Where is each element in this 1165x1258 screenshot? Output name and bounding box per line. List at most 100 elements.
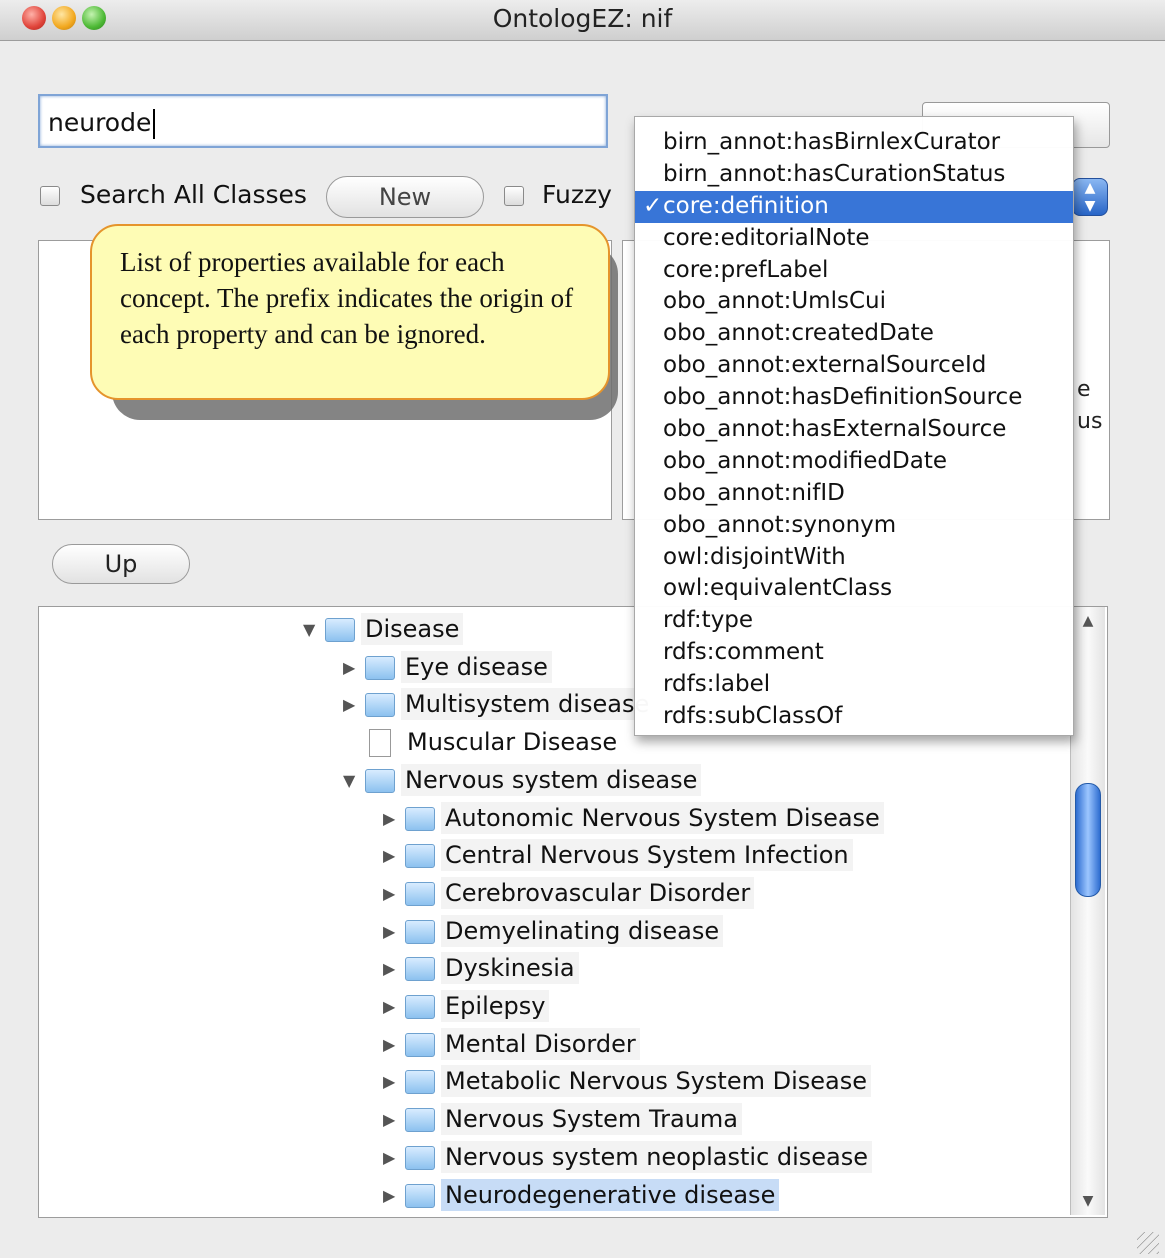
menu-item[interactable]: owl:equivalentClass — [635, 573, 1073, 605]
tree-item-label: Metabolic Nervous System Disease — [441, 1065, 872, 1098]
tree-row[interactable]: ▶ Epilepsy — [383, 988, 550, 1025]
annotation-callout: List of properties available for each co… — [90, 224, 610, 400]
tree-row[interactable]: ▶ Nervous System Trauma — [383, 1101, 742, 1137]
tree-item-label: Muscular Disease — [407, 728, 618, 757]
tree-row[interactable]: ▶ Nervous system neoplastic disease — [383, 1139, 873, 1176]
new-button[interactable]: New — [326, 176, 484, 218]
disclosure-collapsed-icon[interactable]: ▶ — [383, 1027, 405, 1063]
tree-row[interactable]: ▼ Nervous system disease — [343, 762, 702, 799]
scroll-thumb[interactable] — [1075, 783, 1101, 897]
menu-item-label: obo_annot:createdDate — [663, 320, 934, 347]
checkmark-icon: ✓ — [643, 192, 663, 219]
menu-item[interactable]: obo_annot:hasExternalSource — [635, 414, 1073, 446]
tree-scrollbar[interactable]: ▲ ▼ — [1070, 607, 1105, 1215]
tree-item-label: Autonomic Nervous System Disease — [441, 801, 884, 834]
disclosure-collapsed-icon[interactable]: ▶ — [383, 838, 405, 874]
folder-icon — [405, 995, 435, 1019]
tree-row[interactable]: Muscular Disease — [343, 724, 621, 760]
folder-icon — [365, 693, 395, 718]
folder-icon — [405, 919, 435, 944]
tree-item-label: Epilepsy — [441, 990, 550, 1022]
menu-item[interactable]: obo_annot:nifID — [635, 478, 1073, 510]
tree-item-label: Dyskinesia — [441, 952, 579, 985]
menu-item-label: core:prefLabel — [663, 256, 829, 283]
disclosure-collapsed-icon[interactable]: ▶ — [383, 1178, 405, 1214]
menu-item[interactable]: rdfs:subClassOf — [635, 701, 1073, 733]
tree-row[interactable]: ▶ Mental Disorder — [383, 1026, 640, 1062]
folder-icon — [365, 768, 395, 793]
search-input[interactable]: neurode — [38, 94, 608, 148]
resize-grip-icon[interactable] — [1137, 1232, 1159, 1254]
disclosure-collapsed-icon[interactable]: ▶ — [383, 801, 405, 837]
fuzzy-label: Fuzzy — [542, 180, 612, 209]
disclosure-collapsed-icon[interactable]: ▶ — [383, 1064, 405, 1100]
disclosure-collapsed-icon[interactable]: ▶ — [383, 1140, 405, 1176]
menu-item[interactable]: birn_annot:hasCurationStatus — [635, 159, 1073, 191]
menu-item[interactable]: owl:disjointWith — [635, 542, 1073, 574]
search-all-classes-label: Search All Classes — [80, 180, 307, 209]
tree-row[interactable]: ▶ Neurodegenerative disease — [383, 1177, 780, 1214]
property-popup-arrows-icon[interactable]: ▲ ▼ — [1072, 178, 1108, 216]
disclosure-collapsed-icon[interactable]: ▶ — [383, 876, 405, 912]
disclosure-collapsed-icon[interactable]: ▶ — [383, 951, 405, 987]
definition-text-fragment: e — [1077, 377, 1091, 402]
tree-row[interactable]: ▼ Disease — [303, 611, 464, 648]
tree-item-label: Demyelinating disease — [441, 914, 724, 947]
scroll-down-arrow-icon[interactable]: ▼ — [1071, 1193, 1105, 1209]
window-title: OntologEZ: nif — [492, 4, 673, 33]
menu-item-label: birn_annot:hasCurationStatus — [663, 160, 1006, 187]
disclosure-collapsed-icon[interactable]: ▶ — [343, 650, 365, 686]
menu-item[interactable]: ✓ core:definition — [635, 190, 1073, 223]
folder-icon — [405, 1032, 435, 1057]
tree-item-label: Cerebrovascular Disorder — [441, 876, 755, 909]
menu-item[interactable]: birn_annot:hasBirnlexCurator — [635, 127, 1073, 159]
menu-item-label: obo_annot:modifiedDate — [663, 447, 948, 474]
window-title-bar: OntologEZ: nif — [0, 0, 1165, 41]
menu-item[interactable]: core:editorialNote — [635, 223, 1073, 255]
folder-icon — [405, 881, 435, 906]
folder-icon — [405, 1070, 435, 1095]
menu-item-label: obo_annot:nifID — [663, 479, 845, 506]
tree-item-label: Nervous System Trauma — [441, 1103, 742, 1136]
menu-item-label: obo_annot:externalSourceId — [663, 352, 987, 379]
menu-item[interactable]: obo_annot:modifiedDate — [635, 446, 1073, 478]
property-dropdown-menu[interactable]: birn_annot:hasBirnlexCurator birn_annot:h… — [634, 116, 1074, 736]
tree-item-label: Neurodegenerative disease — [441, 1178, 780, 1211]
tree-item-label: Nervous system neoplastic disease — [441, 1140, 873, 1173]
tree-item-label: Disease — [361, 613, 464, 645]
folder-icon — [405, 1108, 435, 1133]
tree-row[interactable]: ▶ Dyskinesia — [383, 950, 579, 986]
folder-icon — [405, 844, 435, 869]
scroll-up-arrow-icon[interactable]: ▲ — [1071, 613, 1105, 629]
menu-item[interactable]: core:prefLabel — [635, 255, 1073, 287]
disclosure-expanded-icon[interactable]: ▼ — [343, 763, 365, 799]
menu-item[interactable]: rdfs:comment — [635, 637, 1073, 669]
folder-icon — [365, 655, 395, 680]
menu-item-label: rdfs:subClassOf — [663, 703, 843, 730]
menu-item[interactable]: obo_annot:synonym — [635, 510, 1073, 542]
menu-item[interactable]: obo_annot:hasDefinitionSource — [635, 382, 1073, 414]
disclosure-expanded-icon[interactable]: ▼ — [303, 612, 325, 648]
menu-item[interactable]: rdf:type — [635, 605, 1073, 637]
tree-row[interactable]: ▶ Autonomic Nervous System Disease — [383, 800, 884, 836]
tree-row[interactable]: ▶ Cerebrovascular Disorder — [383, 875, 755, 912]
tree-row[interactable]: ▶ Central Nervous System Infection — [383, 837, 853, 873]
menu-item-label: obo_annot:UmlsCui — [663, 288, 886, 315]
search-all-classes-checkbox[interactable] — [40, 186, 60, 206]
tree-row[interactable]: ▶ Eye disease — [343, 649, 552, 685]
folder-icon — [405, 957, 435, 982]
menu-item[interactable]: obo_annot:externalSourceId — [635, 350, 1073, 382]
menu-item[interactable]: obo_annot:UmlsCui — [635, 286, 1073, 318]
disclosure-collapsed-icon[interactable]: ▶ — [383, 989, 405, 1025]
fuzzy-checkbox[interactable] — [504, 186, 524, 206]
menu-item[interactable]: obo_annot:createdDate — [635, 318, 1073, 350]
tree-item-label: Central Nervous System Infection — [441, 839, 853, 872]
tree-row[interactable]: ▶ Demyelinating disease — [383, 913, 724, 950]
menu-item[interactable]: rdfs:label — [635, 669, 1073, 701]
disclosure-collapsed-icon[interactable]: ▶ — [383, 914, 405, 950]
tree-row[interactable]: ▶ Metabolic Nervous System Disease — [383, 1063, 872, 1100]
disclosure-collapsed-icon[interactable]: ▶ — [383, 1102, 405, 1138]
disclosure-collapsed-icon[interactable]: ▶ — [343, 687, 365, 723]
up-button[interactable]: Up — [52, 544, 190, 584]
tree-row[interactable]: ▶ Multisystem disease — [343, 686, 654, 723]
